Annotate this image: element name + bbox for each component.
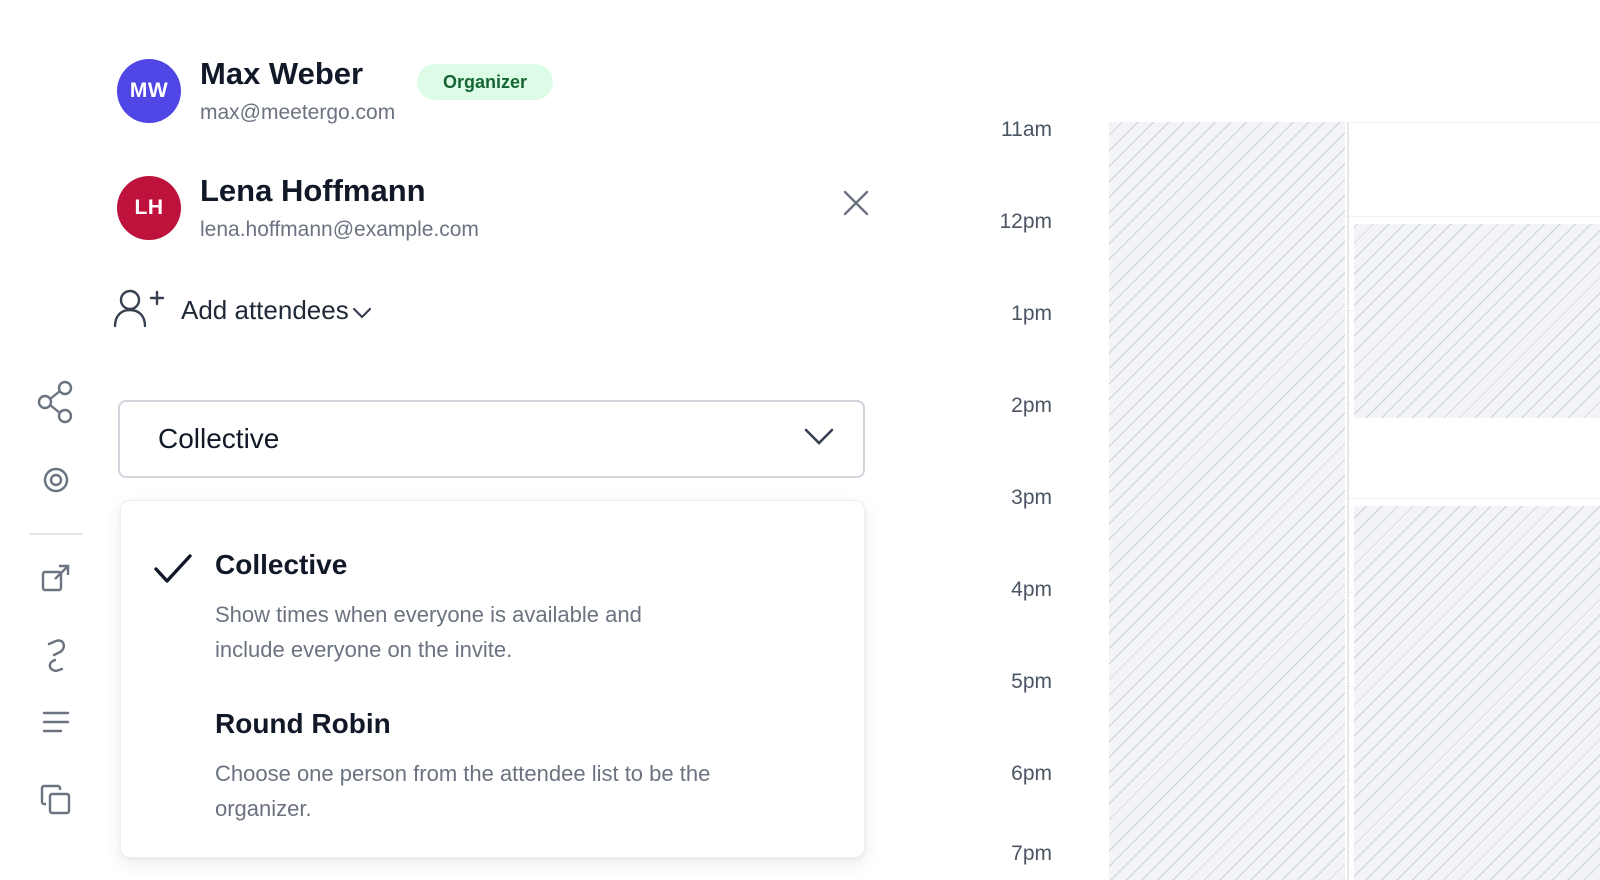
hour-label: 2pm <box>1011 394 1052 417</box>
day-divider <box>1347 122 1349 880</box>
busy-block <box>1354 506 1600 880</box>
attendee-guest: LH Lena Hoffmann lena.hoffmann@example.c… <box>117 173 877 256</box>
busy-block <box>1354 224 1600 418</box>
share-icon[interactable] <box>36 380 76 424</box>
calendar-grid <box>1109 122 1600 880</box>
scheduling-type-menu: Collective Show times when everyone is a… <box>120 500 865 858</box>
menu-lines-icon[interactable] <box>36 702 76 742</box>
hour-label: 7pm <box>1011 842 1052 865</box>
copy-icon[interactable] <box>36 780 76 820</box>
hour-label: 11am <box>1001 118 1052 141</box>
option-description: Show times when everyone is available an… <box>215 602 642 662</box>
hour-label: 3pm <box>1011 486 1052 509</box>
attendee-email: max@meetergo.com <box>200 101 396 124</box>
avatar: MW <box>117 59 181 123</box>
hour-label: 4pm <box>1011 578 1052 601</box>
redirect-icon[interactable] <box>36 636 76 676</box>
add-attendees-button[interactable]: Add attendees <box>113 288 373 332</box>
busy-block <box>1109 122 1345 880</box>
option-collective[interactable]: Collective Show times when everyone is a… <box>121 501 866 662</box>
close-icon <box>843 190 869 221</box>
attendee-name: Lena Hoffmann <box>200 173 426 208</box>
target-icon[interactable] <box>36 460 76 500</box>
checkmark-icon <box>153 553 193 590</box>
remove-attendee-button[interactable] <box>839 188 873 222</box>
avatar: LH <box>117 176 181 240</box>
organizer-badge: Organizer <box>417 64 554 100</box>
add-attendees-label: Add attendees <box>181 294 349 325</box>
add-user-icon <box>113 288 167 333</box>
chevron-down-icon <box>803 426 835 453</box>
hour-label: 6pm <box>1011 762 1052 785</box>
attendee-name: Max Weber <box>200 56 364 91</box>
hour-label: 1pm <box>1011 302 1052 325</box>
scheduling-type-select[interactable]: Collective <box>118 400 865 478</box>
chevron-down-icon <box>351 306 373 325</box>
attendee-email: lena.hoffmann@example.com <box>200 218 479 241</box>
hour-label: 12pm <box>999 210 1052 233</box>
rail-divider <box>29 533 83 535</box>
option-description: Choose one person from the attendee list… <box>215 761 711 821</box>
option-round-robin[interactable]: Round Robin Choose one person from the a… <box>121 660 866 821</box>
option-title: Round Robin <box>215 708 391 739</box>
option-title: Collective <box>215 549 348 580</box>
hour-label: 5pm <box>1011 670 1052 693</box>
attendee-organizer: MW Max Weber Organizer max@meetergo.com <box>117 56 877 139</box>
external-link-icon[interactable] <box>36 558 76 598</box>
select-value: Collective <box>158 423 280 454</box>
